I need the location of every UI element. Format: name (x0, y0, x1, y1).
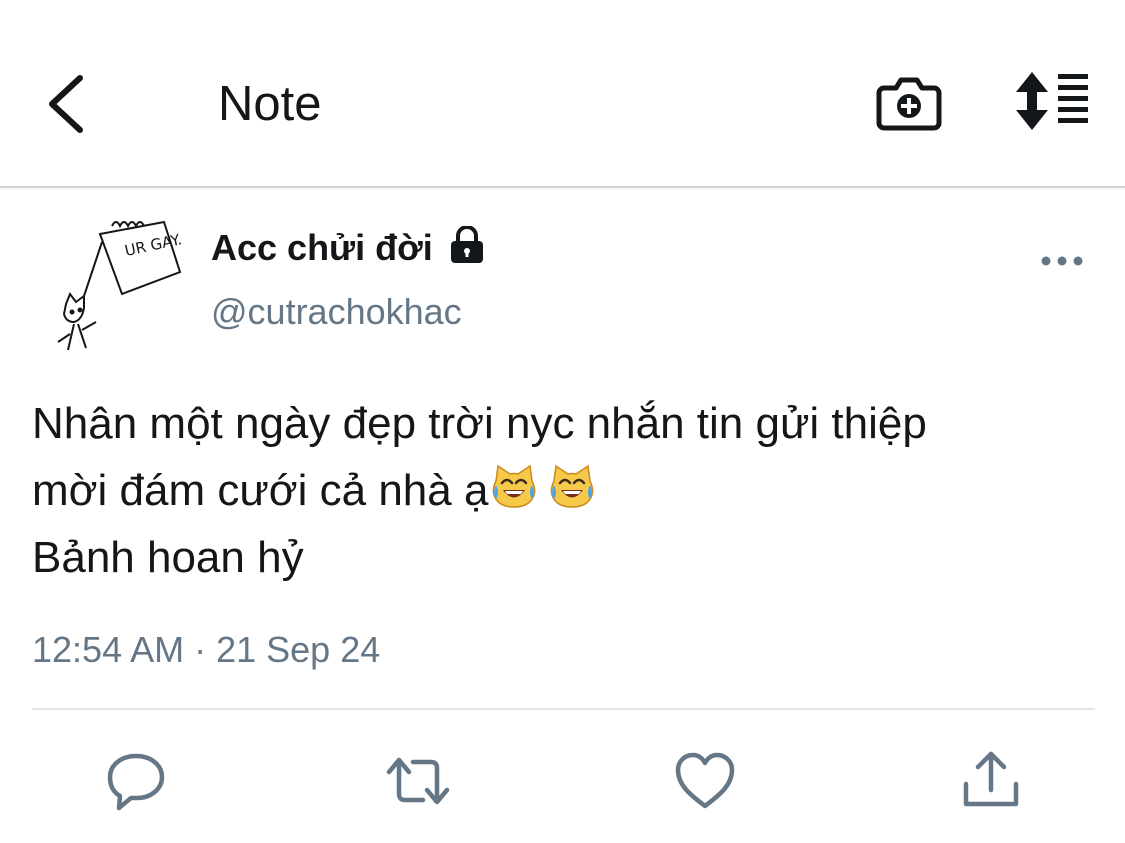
chevron-left-icon (49, 75, 83, 133)
back-button[interactable] (40, 70, 96, 138)
sort-list-icon (1016, 72, 1088, 130)
share-icon (963, 751, 1019, 807)
sort-button[interactable] (1014, 70, 1094, 132)
retweet-icon (386, 757, 450, 805)
author-handle[interactable]: @cutrachokhac (211, 290, 462, 334)
share-button[interactable] (958, 748, 1024, 814)
tweet-text-line: Nhân một ngày đẹp trời nyc nhắn tin gửi … (32, 399, 927, 448)
reply-icon (107, 753, 165, 811)
cat-tears-of-joy-emoji-icon (548, 463, 596, 511)
tweet-text-line: Bảnh hoan hỷ (32, 533, 304, 582)
camera-plus-icon (876, 77, 942, 131)
like-button[interactable] (672, 748, 738, 814)
avatar-drawing: UR GAY. (57, 220, 183, 351)
retweet-button[interactable] (385, 748, 451, 814)
author-display-name[interactable]: Acc chửi đời (211, 226, 433, 270)
page-title: Note (218, 77, 322, 131)
reply-button[interactable] (103, 748, 169, 814)
divider (32, 708, 1095, 710)
tweet-text-line-with-emoji: mời đám cưới cả nhà ạ (32, 457, 1102, 524)
tweet-text-line: mời đám cưới cả nhà ạ (32, 466, 489, 515)
heart-icon (675, 752, 735, 809)
tweet-timestamp[interactable]: 12:54 AM · 21 Sep 24 (32, 628, 380, 672)
more-options-button[interactable] (1038, 248, 1086, 274)
camera-button[interactable] (876, 70, 942, 134)
author-avatar[interactable]: UR GAY. (52, 212, 190, 362)
tweet-text: Nhân một ngày đẹp trời nyc nhắn tin gửi … (32, 390, 1102, 591)
top-nav-bar: Note (0, 0, 1125, 188)
lock-icon (448, 226, 486, 266)
more-dots-icon (1041, 256, 1083, 266)
cat-tears-of-joy-emoji-icon (490, 463, 538, 511)
